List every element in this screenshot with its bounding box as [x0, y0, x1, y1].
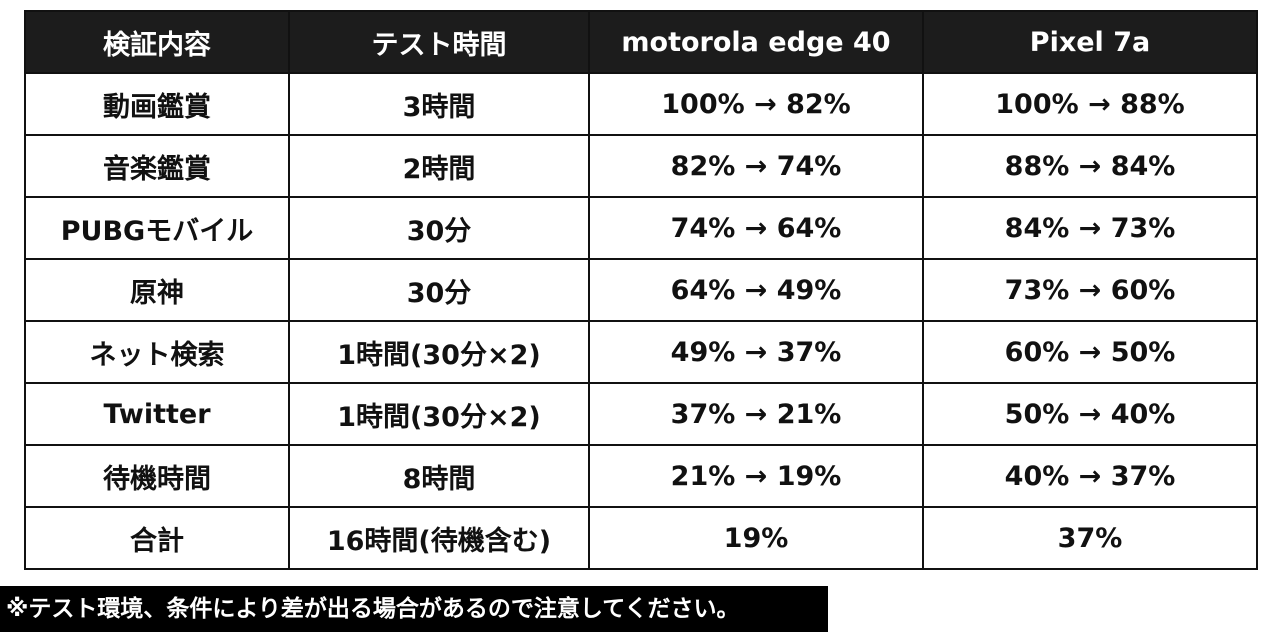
cell-test-time: 2時間 — [288, 134, 590, 198]
cell-test-time: 1時間(30分×2) — [288, 382, 590, 446]
table-row: PUBGモバイル 30分 74% → 64% 84% → 73% — [24, 196, 1258, 260]
cell-test-content: 原神 — [24, 258, 290, 322]
cell-test-content: 動画鑑賞 — [24, 72, 290, 136]
cell-pixel-result: 60% → 50% — [922, 320, 1258, 384]
table-row: 合計 16時間(待機含む) 19% 37% — [24, 506, 1258, 570]
header-test-content: 検証内容 — [24, 10, 290, 74]
battery-test-table: 検証内容 テスト時間 motorola edge 40 Pixel 7a 動画鑑… — [24, 10, 1258, 570]
cell-motorola-result: 49% → 37% — [588, 320, 924, 384]
table-row: 音楽鑑賞 2時間 82% → 74% 88% → 84% — [24, 134, 1258, 198]
disclaimer-note: ※テスト環境、条件により差が出る場合があるので注意してください。 — [0, 586, 828, 632]
header-row: 検証内容 テスト時間 motorola edge 40 Pixel 7a — [24, 10, 1258, 74]
cell-motorola-result: 64% → 49% — [588, 258, 924, 322]
cell-test-content: ネット検索 — [24, 320, 290, 384]
cell-test-content: 音楽鑑賞 — [24, 134, 290, 198]
header-test-time: テスト時間 — [288, 10, 590, 74]
cell-pixel-result: 100% → 88% — [922, 72, 1258, 136]
table-row: 動画鑑賞 3時間 100% → 82% 100% → 88% — [24, 72, 1258, 136]
cell-pixel-result: 88% → 84% — [922, 134, 1258, 198]
cell-motorola-result: 21% → 19% — [588, 444, 924, 508]
cell-pixel-result: 37% — [922, 506, 1258, 570]
header-pixel: Pixel 7a — [922, 10, 1258, 74]
cell-motorola-result: 37% → 21% — [588, 382, 924, 446]
cell-pixel-result: 73% → 60% — [922, 258, 1258, 322]
table-row: 原神 30分 64% → 49% 73% → 60% — [24, 258, 1258, 322]
cell-test-content: PUBGモバイル — [24, 196, 290, 260]
cell-test-time: 3時間 — [288, 72, 590, 136]
cell-test-content: 合計 — [24, 506, 290, 570]
cell-pixel-result: 40% → 37% — [922, 444, 1258, 508]
cell-test-time: 30分 — [288, 196, 590, 260]
cell-test-time: 16時間(待機含む) — [288, 506, 590, 570]
table-row: 待機時間 8時間 21% → 19% 40% → 37% — [24, 444, 1258, 508]
cell-test-content: Twitter — [24, 382, 290, 446]
cell-motorola-result: 19% — [588, 506, 924, 570]
cell-test-content: 待機時間 — [24, 444, 290, 508]
cell-test-time: 1時間(30分×2) — [288, 320, 590, 384]
cell-pixel-result: 84% → 73% — [922, 196, 1258, 260]
cell-motorola-result: 100% → 82% — [588, 72, 924, 136]
header-motorola: motorola edge 40 — [588, 10, 924, 74]
table-row: ネット検索 1時間(30分×2) 49% → 37% 60% → 50% — [24, 320, 1258, 384]
cell-test-time: 8時間 — [288, 444, 590, 508]
cell-motorola-result: 82% → 74% — [588, 134, 924, 198]
cell-test-time: 30分 — [288, 258, 590, 322]
table-row: Twitter 1時間(30分×2) 37% → 21% 50% → 40% — [24, 382, 1258, 446]
cell-motorola-result: 74% → 64% — [588, 196, 924, 260]
cell-pixel-result: 50% → 40% — [922, 382, 1258, 446]
